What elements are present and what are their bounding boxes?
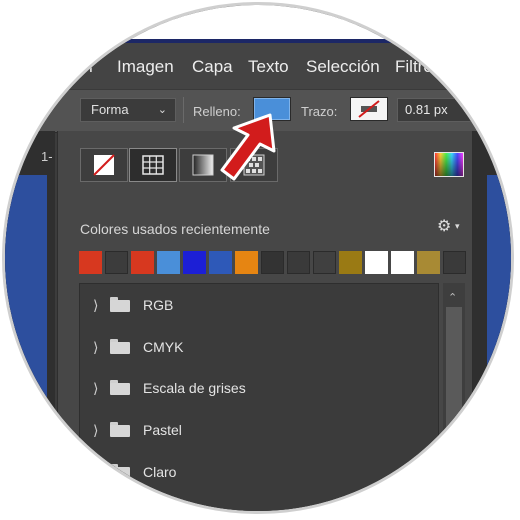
recent-color-swatch[interactable] xyxy=(209,251,232,274)
no-stroke-icon xyxy=(358,100,380,118)
folder-label[interactable]: Claro xyxy=(143,464,176,480)
caret-down-icon: ▾ xyxy=(455,221,460,231)
folder-label[interactable]: CMYK xyxy=(143,339,183,355)
folder-icon xyxy=(110,380,130,395)
folder-icon xyxy=(110,297,130,312)
stroke-width-input[interactable]: 0.81 px xyxy=(397,98,477,122)
recent-color-swatch[interactable] xyxy=(183,251,206,274)
folder-row-rgb[interactable] xyxy=(79,287,439,327)
right-canvas xyxy=(487,175,511,511)
recent-color-swatch[interactable] xyxy=(105,251,128,274)
menu-item-imagen[interactable]: Imagen xyxy=(117,57,174,77)
recent-color-swatch[interactable] xyxy=(261,251,284,274)
recent-color-swatch[interactable] xyxy=(131,251,154,274)
color-picker-button[interactable] xyxy=(434,152,464,177)
magnifier-circle: i Imagen Capa Texto Selección Filtro For… xyxy=(2,2,514,514)
folder-icon xyxy=(110,422,130,437)
folder-icon xyxy=(110,339,130,354)
solid-color-button[interactable] xyxy=(129,148,177,182)
recent-color-swatch[interactable] xyxy=(157,251,180,274)
chevron-right-icon[interactable]: ⟩ xyxy=(93,380,98,397)
folder-label[interactable]: Pastel xyxy=(143,422,182,438)
scrollbar-thumb[interactable] xyxy=(446,307,462,507)
canvas-top-area xyxy=(5,5,511,41)
chevron-right-icon[interactable]: ⟩ xyxy=(93,422,98,439)
mode-select[interactable]: Forma ⌄ xyxy=(80,98,176,122)
scroll-up-icon[interactable]: ⌃ xyxy=(448,291,457,304)
folder-icon xyxy=(110,464,130,479)
solid-color-grid-icon xyxy=(142,155,164,175)
menu-item-partial[interactable]: i xyxy=(89,57,93,77)
mode-select-value: Forma xyxy=(91,102,129,117)
annotation-arrow xyxy=(220,113,276,181)
options-divider xyxy=(183,97,184,123)
left-canvas xyxy=(5,175,47,511)
chevron-right-icon[interactable]: ⟩ xyxy=(93,297,98,314)
gear-icon[interactable]: ⚙ xyxy=(437,216,451,236)
no-color-icon xyxy=(93,154,115,176)
menu-item-filtro[interactable]: Filtro xyxy=(395,57,433,77)
folder-label[interactable]: Escala de grises xyxy=(143,380,246,396)
document-tab[interactable]: 1- xyxy=(41,149,53,164)
menu-item-capa[interactable]: Capa xyxy=(192,57,233,77)
chevron-right-icon[interactable]: ⟩ xyxy=(93,464,98,481)
screenshot-stage: i Imagen Capa Texto Selección Filtro For… xyxy=(0,0,520,520)
recent-color-swatch[interactable] xyxy=(443,251,466,274)
recent-colors-label: Colores usados recientemente xyxy=(80,221,270,237)
menu-item-texto[interactable]: Texto xyxy=(248,57,289,77)
recent-color-swatch[interactable] xyxy=(339,251,362,274)
recent-color-swatch[interactable] xyxy=(287,251,310,274)
stroke-width-value: 0.81 px xyxy=(405,102,448,117)
no-color-button[interactable] xyxy=(80,148,128,182)
stroke-color-swatch[interactable] xyxy=(350,97,388,121)
recent-color-swatch[interactable] xyxy=(365,251,388,274)
recent-color-swatch[interactable] xyxy=(79,251,102,274)
recent-color-swatch[interactable] xyxy=(313,251,336,274)
chevron-right-icon[interactable]: ⟩ xyxy=(93,339,98,356)
recent-color-swatch[interactable] xyxy=(417,251,440,274)
menu-item-seleccion[interactable]: Selección xyxy=(306,57,380,77)
recent-color-swatch[interactable] xyxy=(235,251,258,274)
chevron-down-icon: ⌄ xyxy=(157,104,167,116)
folder-label: RGB xyxy=(143,297,174,313)
recent-color-swatch[interactable] xyxy=(391,251,414,274)
stroke-label: Trazo: xyxy=(301,104,338,119)
